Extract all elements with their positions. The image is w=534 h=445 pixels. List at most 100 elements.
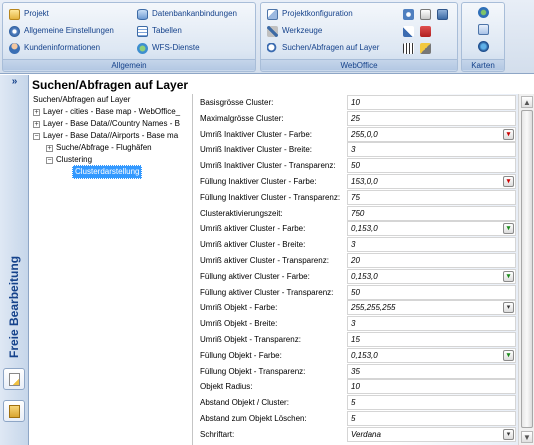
property-value-field[interactable]: 255,0,0 ▾: [347, 126, 516, 142]
property-row: Füllung Inaktiver Cluster - Transparenz:…: [196, 189, 518, 206]
property-value-field[interactable]: Verdana ▾: [347, 426, 516, 442]
property-value-field[interactable]: 0,153,0 ▾: [347, 268, 516, 284]
property-value-field[interactable]: 0,153,0 ▾: [347, 347, 516, 363]
property-value-field[interactable]: 35: [347, 363, 516, 379]
tree-node-cities[interactable]: + Layer - cities - Base map - WebOffice_: [33, 106, 180, 118]
new-document-button[interactable]: [3, 368, 25, 390]
property-value-text: 25: [351, 113, 360, 123]
datenbankanbindungen-button[interactable]: Datenbankanbindungen: [137, 6, 237, 22]
scroll-thumb[interactable]: [521, 110, 533, 428]
property-value-field[interactable]: 0,153,0 ▾: [347, 221, 516, 237]
property-value-field[interactable]: 25: [347, 110, 516, 126]
new-document-icon: [9, 373, 20, 386]
property-value-field[interactable]: 5: [347, 395, 516, 411]
property-label: Füllung aktiver Cluster - Farbe:: [200, 271, 310, 281]
property-value-text: 75: [351, 192, 360, 202]
werkzeuge-button[interactable]: Werkzeuge: [267, 23, 322, 39]
property-value-field[interactable]: 153,0,0 ▾: [347, 174, 516, 189]
dropdown-arrow-icon[interactable]: ▾: [503, 270, 514, 282]
property-value-text: 3: [351, 145, 356, 155]
collapse-icon[interactable]: −: [33, 132, 40, 140]
tools-icon: [267, 25, 278, 37]
collapse-icon[interactable]: −: [46, 156, 53, 164]
collapse-button[interactable]: »: [0, 75, 29, 89]
tabellen-button[interactable]: Tabellen: [137, 23, 182, 39]
globe-icon[interactable]: [478, 7, 489, 18]
pointer-small-icon[interactable]: [403, 26, 414, 37]
property-value-text: 255,255,255: [351, 303, 396, 313]
wfs-dienste-button[interactable]: WFS-Dienste: [137, 40, 200, 56]
expand-icon[interactable]: +: [33, 120, 40, 128]
dropdown-arrow-icon[interactable]: ▾: [503, 223, 514, 235]
property-value-field[interactable]: 255,255,255 ▾: [347, 300, 516, 316]
property-value-text: 50: [351, 287, 360, 297]
property-row: Umriß Inaktiver Cluster - Transparenz: 50: [196, 158, 518, 174]
property-value-field[interactable]: 10: [347, 95, 516, 110]
property-value-field[interactable]: 3: [347, 142, 516, 158]
property-value-field[interactable]: 3: [347, 237, 516, 253]
property-label: Füllung aktiver Cluster - Transparenz:: [200, 287, 334, 297]
property-value-field[interactable]: 10: [347, 379, 516, 395]
projekt-button[interactable]: Projekt: [9, 6, 49, 22]
scroll-up-icon[interactable]: ▲: [521, 96, 533, 108]
scroll-down-icon[interactable]: ▼: [521, 431, 533, 443]
allgemeine-einstellungen-button[interactable]: Allgemeine Einstellungen: [9, 23, 114, 39]
property-label: Objekt Radius:: [200, 382, 253, 392]
property-label: Umriß aktiver Cluster - Farbe:: [200, 224, 306, 234]
delete-small-icon[interactable]: [420, 26, 431, 37]
property-value-field[interactable]: 3: [347, 316, 516, 332]
kundeninformationen-button[interactable]: Kundeninformationen: [9, 40, 100, 56]
property-value-field[interactable]: 15: [347, 332, 516, 347]
open-folder-button[interactable]: [3, 400, 25, 422]
property-label: Füllung Inaktiver Cluster - Transparenz:: [200, 192, 341, 202]
property-value-field[interactable]: 50: [347, 284, 516, 300]
property-value-field[interactable]: 750: [347, 205, 516, 221]
ribbon-group-karten: Karten: [461, 2, 505, 72]
property-label: Umriß Inaktiver Cluster - Breite:: [200, 145, 313, 155]
property-value-text: 20: [351, 256, 360, 265]
ribbon-group-weboffice: Projektkonfiguration Werkzeuge Suchen/Ab…: [260, 2, 458, 72]
property-value-text: 153,0,0: [351, 177, 378, 186]
map-doc-icon[interactable]: [478, 24, 489, 35]
expand-icon[interactable]: +: [46, 144, 53, 152]
property-value-field[interactable]: 75: [347, 189, 516, 205]
dropdown-arrow-icon[interactable]: ▾: [503, 176, 514, 187]
dropdown-arrow-icon[interactable]: ▾: [503, 349, 514, 361]
tree-root[interactable]: Suchen/Abfragen auf Layer: [33, 94, 130, 106]
property-value-field[interactable]: 20: [347, 253, 516, 268]
dropdown-arrow-icon[interactable]: ▾: [503, 302, 514, 314]
property-row: Clusteraktivierungszeit: 750: [196, 205, 518, 222]
panel-small-icon[interactable]: [437, 9, 448, 20]
property-row: Füllung aktiver Cluster - Farbe: 0,153,0 ▾: [196, 268, 518, 285]
property-value-field[interactable]: 5: [347, 411, 516, 426]
search-icon: [267, 42, 278, 54]
settings-small-icon[interactable]: [403, 9, 414, 20]
property-label: Umriß Objekt - Breite:: [200, 319, 278, 329]
dropdown-arrow-icon[interactable]: ▾: [503, 128, 514, 140]
suchen-abfragen-button[interactable]: Suchen/Abfragen auf Layer: [267, 40, 379, 56]
property-label: Umriß Inaktiver Cluster - Farbe:: [200, 129, 313, 139]
freie-bearbeitung-tab[interactable]: Freie Bearbeitung: [7, 256, 21, 358]
projektkonfiguration-button[interactable]: Projektkonfiguration: [267, 6, 353, 22]
property-value-field[interactable]: 50: [347, 158, 516, 174]
globe-icon: [137, 42, 148, 54]
document-small-icon[interactable]: [420, 9, 431, 20]
property-grid: Basisgrösse Cluster: 10 Maximalgrösse Clus…: [196, 94, 518, 445]
tree-node-country-names[interactable]: + Layer - Base Data//Country Names - B: [33, 118, 180, 130]
tree-node-suche-flughaefen[interactable]: + Suche/Abfrage - Flughäfen: [46, 142, 152, 154]
property-row: Umriß Inaktiver Cluster - Farbe: 255,0,0 ▾: [196, 126, 518, 143]
expand-icon[interactable]: +: [33, 108, 40, 116]
property-value-text: 50: [351, 161, 360, 171]
pen-small-icon[interactable]: [420, 43, 431, 54]
folder-icon: [9, 8, 20, 20]
layer-tree: Suchen/Abfragen auf Layer + Layer - citi…: [30, 94, 193, 445]
group-label-allgemein: Allgemein: [3, 59, 255, 70]
property-scrollbar[interactable]: ▲ ▼: [518, 94, 534, 445]
earth-icon[interactable]: [478, 41, 489, 52]
tree-node-clusterdarstellung[interactable]: Clusterdarstellung: [72, 165, 143, 179]
keyboard-small-icon[interactable]: [403, 43, 414, 54]
tree-node-airports[interactable]: − Layer - Base Data//Airports - Base ma: [33, 130, 178, 142]
group-label-weboffice: WebOffice: [261, 59, 457, 70]
dropdown-arrow-icon[interactable]: ▾: [503, 428, 514, 440]
property-value-text: 5: [351, 398, 356, 408]
